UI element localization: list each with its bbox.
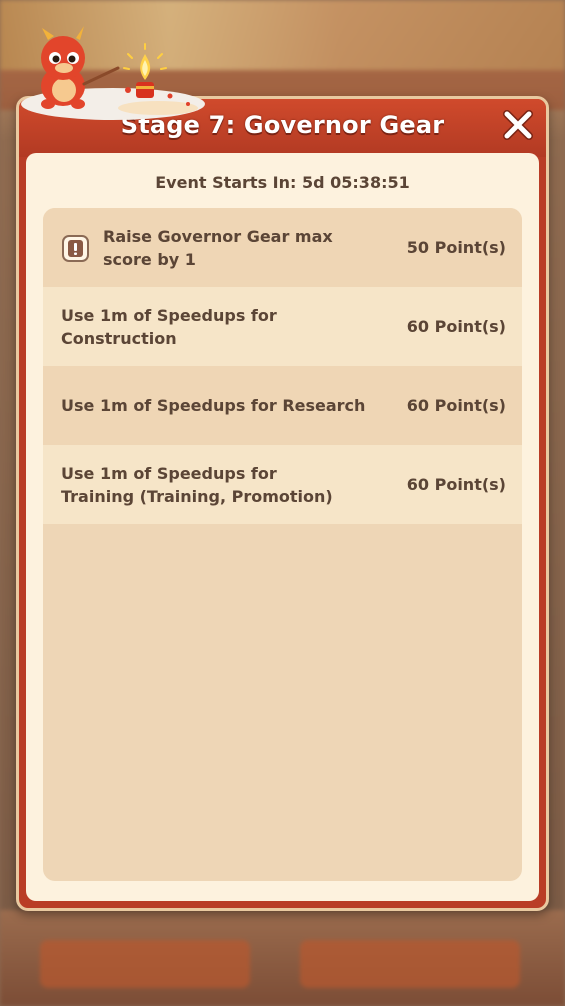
close-button[interactable] — [500, 107, 536, 143]
event-dialog: Stage 7: Governor Gear Event Starts In: … — [16, 96, 549, 911]
background-button-right — [300, 940, 520, 988]
task-points: 60 Point(s) — [406, 475, 506, 494]
task-row: Use 1m of Speedups for Training (Trainin… — [43, 445, 522, 524]
background-button-left — [40, 940, 250, 988]
task-label: Use 1m of Speedups for Training (Trainin… — [61, 463, 333, 506]
task-row: Use 1m of Speedups for Research 60 Point… — [43, 366, 522, 445]
background-bottom-bar — [0, 910, 565, 1006]
task-row: Raise Governor Gear max score by 1 50 Po… — [43, 208, 522, 287]
task-label: Raise Governor Gear max score by 1 — [103, 226, 333, 269]
task-points: 60 Point(s) — [406, 396, 506, 415]
task-label: Use 1m of Speedups for Construction — [61, 305, 277, 348]
task-row: Use 1m of Speedups for Construction 60 P… — [43, 287, 522, 366]
dialog-body: Event Starts In: 5d 05:38:51 Raise Gover… — [26, 153, 539, 901]
task-list: Raise Governor Gear max score by 1 50 Po… — [43, 208, 522, 881]
event-countdown: Event Starts In: 5d 05:38:51 — [155, 173, 410, 192]
alert-icon[interactable] — [62, 235, 89, 262]
task-points: 60 Point(s) — [406, 317, 506, 336]
close-icon — [503, 110, 533, 140]
task-points: 50 Point(s) — [406, 238, 506, 257]
dragon-mascot-icon — [21, 26, 205, 120]
task-label: Use 1m of Speedups for Research — [61, 396, 366, 415]
